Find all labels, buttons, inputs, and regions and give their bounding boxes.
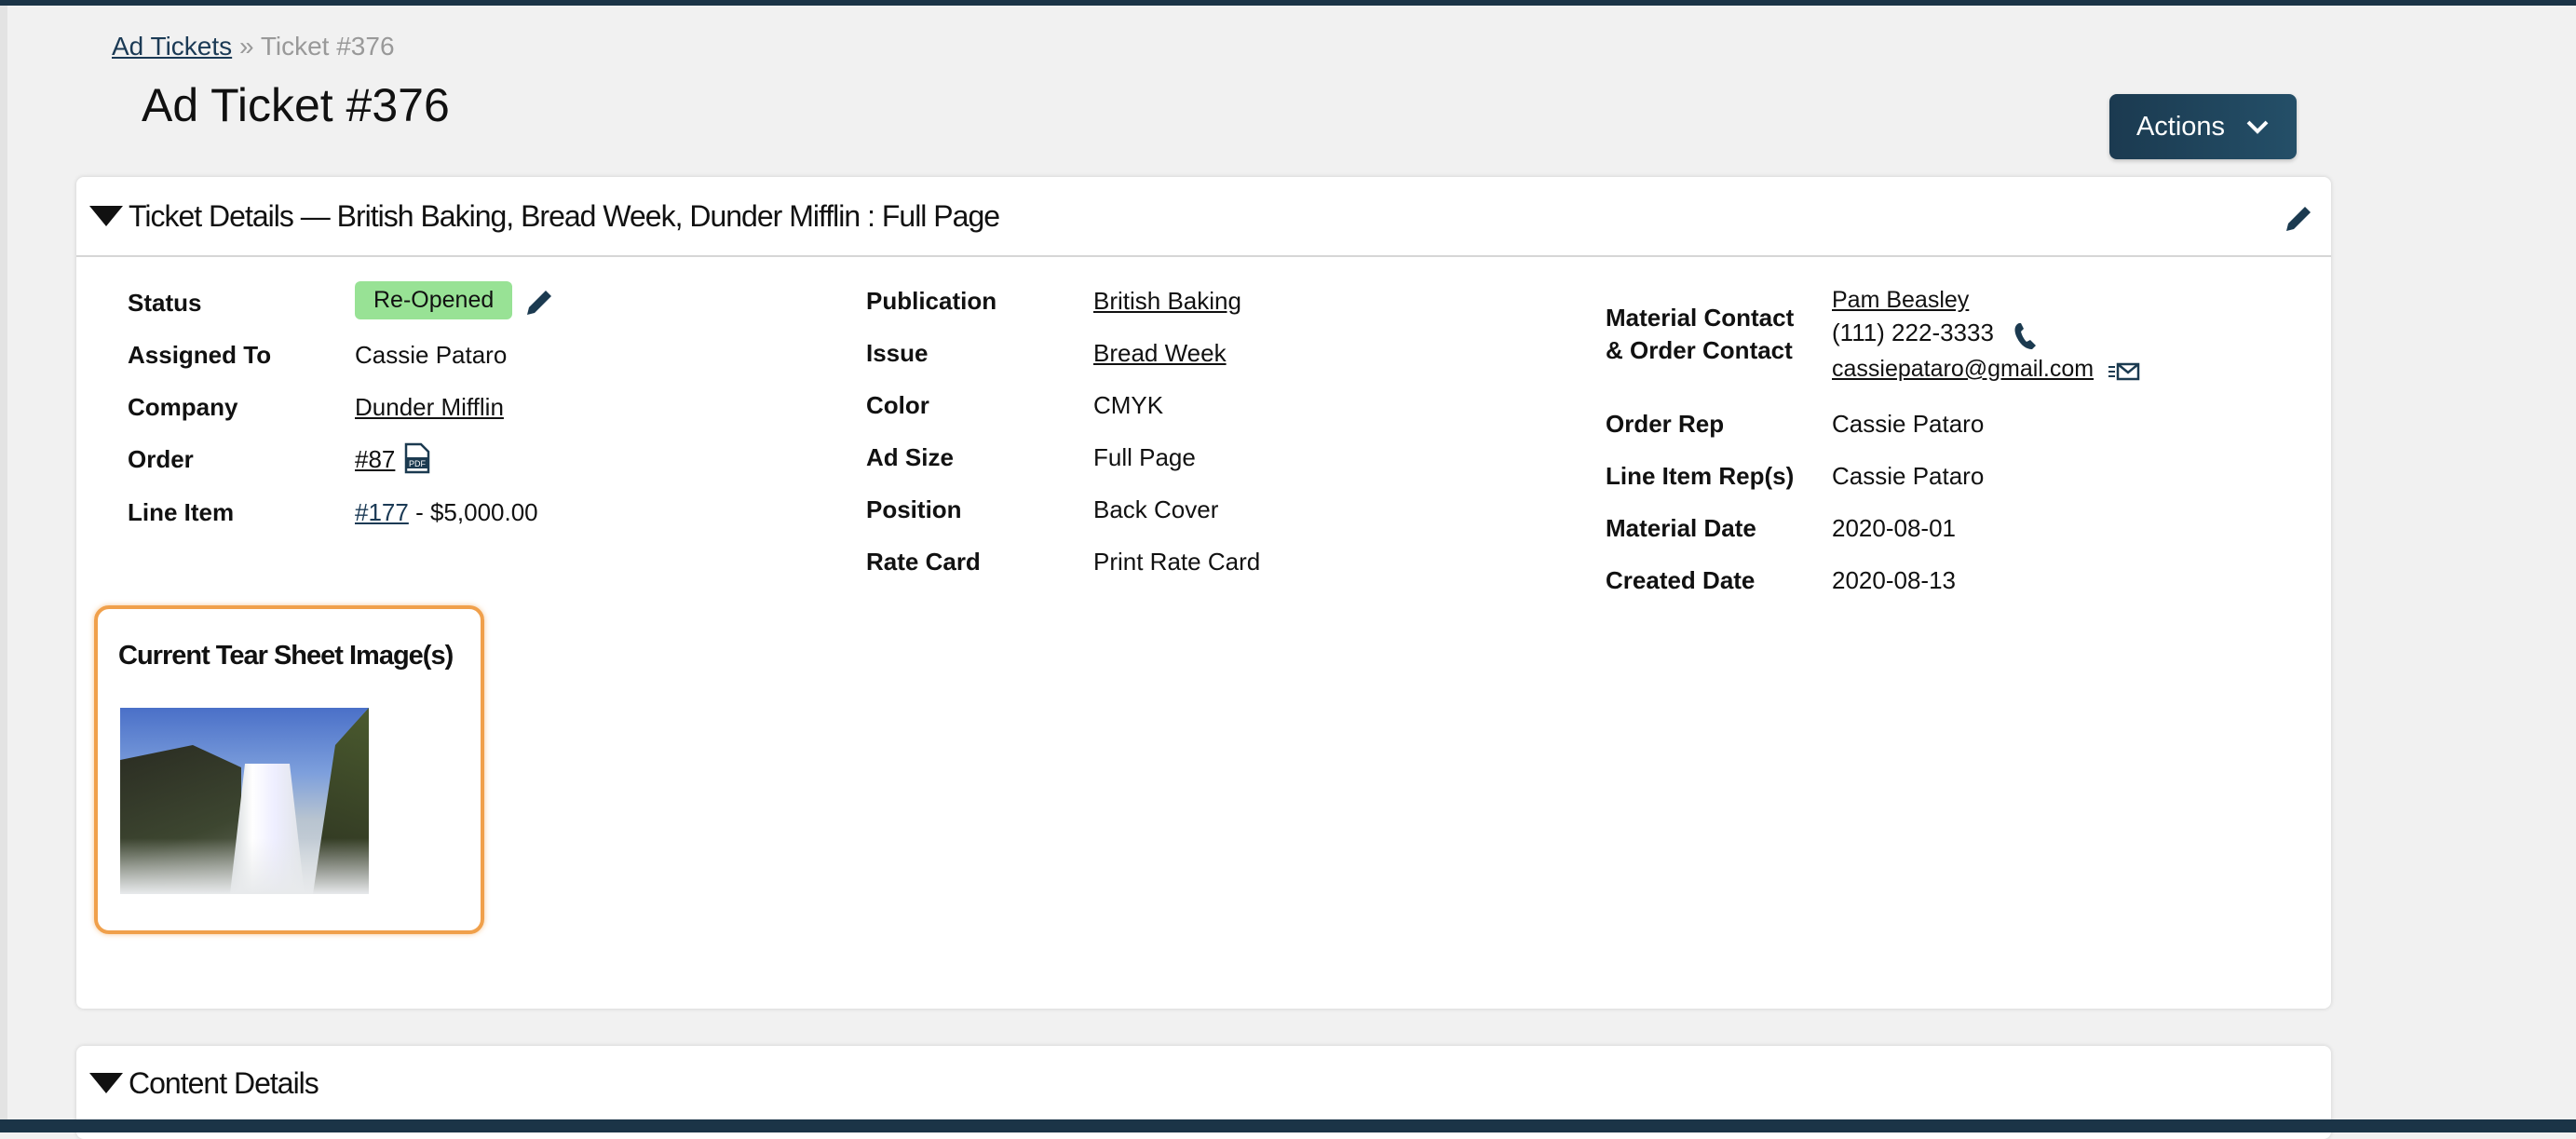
company-label: Company <box>128 393 238 421</box>
left-edge <box>0 6 7 1119</box>
line-item-link[interactable]: #177 <box>355 498 409 526</box>
contact-phone: (111) 222-3333 <box>1832 319 1994 346</box>
actions-button[interactable]: Actions <box>2109 94 2297 159</box>
line-item-reps-value: Cassie Pataro <box>1832 462 1985 490</box>
order-rep-value: Cassie Pataro <box>1832 410 1985 438</box>
contact-label-line2: & Order Contact <box>1606 336 1793 364</box>
created-date-value: 2020-08-13 <box>1832 566 1956 594</box>
chevron-down-icon <box>2246 120 2269 134</box>
color-value: CMYK <box>1093 391 1164 419</box>
position-value: Back Cover <box>1093 495 1219 523</box>
material-date-label: Material Date <box>1606 514 1756 542</box>
tear-sheet-image-waterfall[interactable] <box>120 708 369 894</box>
material-date-value: 2020-08-01 <box>1832 514 1956 542</box>
ticket-details-title: Ticket Details — British Baking, Bread W… <box>129 198 1000 233</box>
position-label: Position <box>866 495 962 523</box>
content-details-header[interactable]: Content Details <box>76 1046 2331 1120</box>
breadcrumb-current: Ticket #376 <box>260 32 395 61</box>
status-badge: Re-Opened <box>355 281 513 319</box>
actions-label: Actions <box>2135 111 2226 142</box>
send-email-icon[interactable] <box>2108 361 2140 382</box>
publication-link[interactable]: British Baking <box>1093 287 1241 316</box>
ticket-details-card: Ticket Details — British Baking, Bread W… <box>76 177 2331 1009</box>
collapse-triangle-icon[interactable] <box>89 206 123 226</box>
line-item-reps-label: Line Item Rep(s) <box>1606 462 1795 490</box>
line-item-value: #177 - $5,000.00 <box>355 498 538 527</box>
content-details-title: Content Details <box>129 1065 319 1100</box>
edit-status-pencil-icon[interactable] <box>523 287 555 319</box>
contact-email-link[interactable]: cassiepataro@gmail.com <box>1832 356 2094 383</box>
contact-name-link[interactable]: Pam Beasley <box>1832 287 1969 314</box>
top-bar <box>0 0 2576 6</box>
tear-sheet-title: Current Tear Sheet Image(s) <box>118 641 454 671</box>
breadcrumb-separator: » <box>238 32 254 61</box>
edit-pencil-icon[interactable] <box>2283 203 2314 235</box>
ad-size-value: Full Page <box>1093 443 1196 471</box>
issue-link[interactable]: Bread Week <box>1093 339 1227 368</box>
page-title: Ad Ticket #376 <box>142 79 450 131</box>
pdf-icon[interactable]: PDF <box>404 442 430 474</box>
order-rep-label: Order Rep <box>1606 410 1725 438</box>
order-label: Order <box>128 445 194 473</box>
publication-label: Publication <box>866 287 997 315</box>
order-link[interactable]: #87 <box>355 445 395 474</box>
company-link[interactable]: Dunder Mifflin <box>355 393 504 422</box>
rate-card-value: Print Rate Card <box>1093 548 1261 576</box>
breadcrumb: Ad Tickets » Ticket #376 <box>112 32 395 61</box>
rate-card-label: Rate Card <box>866 548 981 576</box>
contact-label-line1: Material Contact <box>1606 304 1795 332</box>
line-item-label: Line Item <box>128 498 235 526</box>
color-label: Color <box>866 391 929 419</box>
breadcrumb-ad-tickets-link[interactable]: Ad Tickets <box>112 32 232 61</box>
status-label: Status <box>128 289 202 317</box>
collapse-triangle-icon[interactable] <box>89 1073 123 1093</box>
ticket-details-header[interactable]: Ticket Details — British Baking, Bread W… <box>76 177 2331 257</box>
issue-label: Issue <box>866 339 929 367</box>
tear-sheet-panel: Current Tear Sheet Image(s) <box>94 605 484 934</box>
ad-size-label: Ad Size <box>866 443 954 471</box>
phone-icon[interactable] <box>2012 321 2040 351</box>
bottom-bar <box>0 1119 2576 1132</box>
assigned-to-value: Cassie Pataro <box>355 341 508 369</box>
svg-text:PDF: PDF <box>409 459 427 468</box>
assigned-to-label: Assigned To <box>128 341 272 369</box>
line-item-amount: - $5,000.00 <box>415 498 538 526</box>
created-date-label: Created Date <box>1606 566 1756 594</box>
